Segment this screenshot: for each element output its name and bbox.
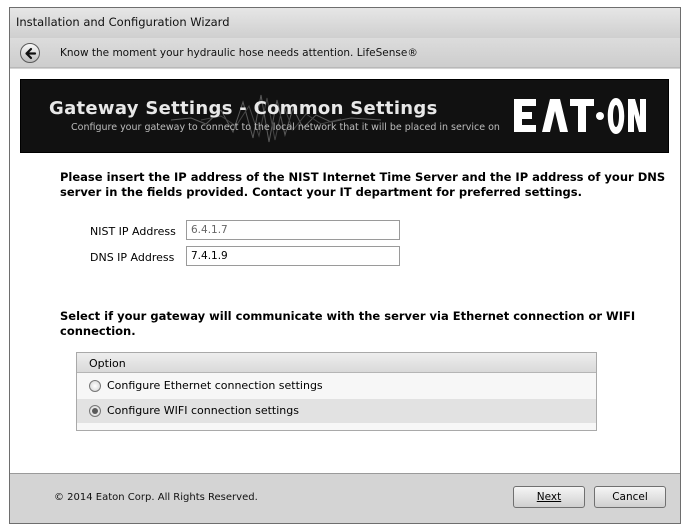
header-banner: Gateway Settings - Common Settings Confi… — [20, 79, 669, 153]
wizard-window: Installation and Configuration Wizard Kn… — [9, 7, 681, 524]
dns-ip-input[interactable] — [186, 246, 400, 266]
dns-ip-label: DNS IP Address — [90, 251, 175, 264]
wifi-radio[interactable] — [89, 405, 101, 417]
nav-bar: Know the moment your hydraulic hose need… — [10, 38, 680, 68]
back-arrow-icon — [25, 47, 37, 60]
ethernet-radio[interactable] — [89, 380, 101, 392]
banner-subtitle: Configure your gateway to connect to the… — [71, 122, 500, 133]
copyright-text: © 2014 Eaton Corp. All Rights Reserved. — [54, 492, 258, 503]
option-ethernet[interactable]: Configure Ethernet connection settings — [77, 374, 596, 398]
footer: © 2014 Eaton Corp. All Rights Reserved. … — [10, 475, 680, 523]
nist-ip-label: NIST IP Address — [90, 225, 176, 238]
option-wifi[interactable]: Configure WIFI connection settings — [77, 399, 596, 423]
eaton-logo — [514, 98, 646, 134]
title-bar: Installation and Configuration Wizard — [10, 8, 680, 38]
instructions-text: Please insert the IP address of the NIST… — [60, 170, 666, 199]
connection-prompt: Select if your gateway will communicate … — [60, 309, 636, 338]
content-panel: Gateway Settings - Common Settings Confi… — [10, 69, 680, 474]
tagline: Know the moment your hydraulic hose need… — [60, 47, 418, 59]
window-title: Installation and Configuration Wizard — [16, 15, 230, 29]
cancel-button[interactable]: Cancel — [594, 486, 666, 508]
option-label: Configure WIFI connection settings — [107, 404, 299, 417]
option-list: Option Configure Ethernet connection set… — [76, 352, 597, 431]
next-button[interactable]: Next — [513, 486, 585, 508]
next-button-label: Next — [536, 491, 562, 503]
banner-title: Gateway Settings - Common Settings — [49, 98, 438, 119]
option-column-header: Option — [77, 353, 596, 373]
option-label: Configure Ethernet connection settings — [107, 379, 323, 392]
nist-ip-input[interactable] — [186, 220, 400, 240]
back-button[interactable] — [20, 43, 40, 63]
